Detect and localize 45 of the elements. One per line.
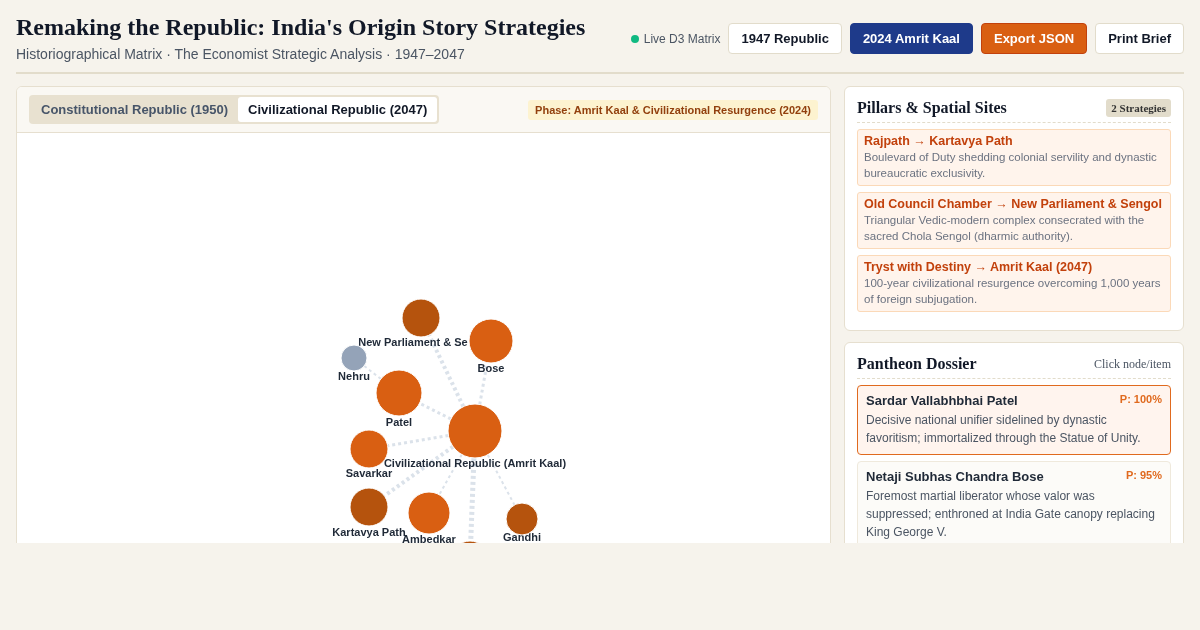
graph-node[interactable] xyxy=(407,491,451,535)
graph-node[interactable] xyxy=(375,369,423,417)
pillar-title: Rajpath → Kartavya Path xyxy=(864,134,1014,148)
node-label: Gandhi xyxy=(503,531,541,543)
person-description: Foremost martial liberator whose valor was suppressed; enthroned at India Gate canopy replacing King George V. xyxy=(866,488,1156,541)
click-hint: Click node/item xyxy=(1094,356,1171,372)
node-label: Civilizational Republic (Amrit Kaal) xyxy=(383,457,567,469)
graph-node[interactable] xyxy=(340,344,368,372)
graph-node[interactable] xyxy=(349,487,389,527)
node-label: Savarkar xyxy=(345,467,393,479)
card-title: Pillars & Spatial Sites xyxy=(857,99,1007,117)
live-status: Live D3 Matrix xyxy=(630,31,721,46)
republic-tab[interactable]: Constitutional Republic (1950) xyxy=(31,97,239,122)
node-label: Patel xyxy=(385,416,413,428)
phase-badge: Phase: Amrit Kaal & Civilizational Resurgence (2024) xyxy=(528,99,818,120)
era-button[interactable]: 1947 Republic xyxy=(728,23,842,54)
person-name: Sardar Vallabhbhai Patel xyxy=(866,393,1018,408)
page-title: Remaking the Republic: India's Origin Story Strategies xyxy=(16,14,586,41)
person-score: P: 95% xyxy=(1125,469,1162,483)
dossier-item[interactable]: Sardar Vallabhbhai Patel P: 100% Decisive national unifier sidelined by dynastic favoritism; immortalized through the Statue of Unity. xyxy=(857,385,1171,455)
strategy-count: 2 Strategies xyxy=(1106,99,1171,117)
pillar-title: Tryst with Destiny → Amrit Kaal (2047) xyxy=(864,260,1094,274)
export-button[interactable]: Export JSON xyxy=(980,23,1088,54)
person-name: Netaji Subhas Chandra Bose xyxy=(866,469,1044,484)
graph-node[interactable] xyxy=(447,403,503,459)
node-label: New Parliament & Se xyxy=(358,336,468,348)
graph-node[interactable] xyxy=(468,318,514,364)
era-button[interactable]: 2024 Amrit Kaal xyxy=(849,23,973,54)
pillar-item[interactable]: Old Council Chamber → New Parliament & Sengol Triangular Vedic-modern complex consecrated with the sacred Chola Sengol (dharmic authority). xyxy=(857,192,1171,249)
pillar-item[interactable]: Tryst with Destiny → Amrit Kaal (2047) 100-year civilizational resurgence overcoming 1,000 years of foreign subjugation. xyxy=(857,255,1171,312)
node-label: Nehru xyxy=(338,370,370,382)
pillar-item[interactable]: Rajpath → Kartavya Path Boulevard of Duty shedding colonial servility and dynastic bureaucratic exclusivity. xyxy=(857,129,1171,186)
print-button[interactable]: Print Brief xyxy=(1095,23,1184,54)
pillar-description: Boulevard of Duty shedding colonial servility and dynastic bureaucratic exclusivity. xyxy=(864,150,1158,181)
person-score: P: 100% xyxy=(1119,393,1162,407)
republic-tab[interactable]: Civilizational Republic (2047) xyxy=(238,97,438,122)
pillar-title: Old Council Chamber → New Parliament & Sengol xyxy=(864,197,1163,211)
person-description: Decisive national unifier sidelined by dynastic favoritism; immortalized through the Statue of Unity. xyxy=(866,412,1142,447)
pillar-description: 100-year civilizational resurgence overcoming 1,000 years of foreign subjugation. xyxy=(864,276,1162,307)
node-label: Bose xyxy=(477,362,505,374)
page-subtitle: Historiographical Matrix · The Economist Strategic Analysis · 1947–2047 xyxy=(16,46,466,62)
graph-node[interactable] xyxy=(401,298,441,338)
pillar-description: Triangular Vedic-modern complex consecrated with the sacred Chola Sengol (dharmic authority). xyxy=(864,213,1146,244)
dossier-item[interactable]: Netaji Subhas Chandra Bose P: 95% Foremost martial liberator whose valor was suppressed; enthroned at India Gate canopy replacing King George V. xyxy=(857,461,1171,543)
card-title: Pantheon Dossier xyxy=(857,355,977,373)
